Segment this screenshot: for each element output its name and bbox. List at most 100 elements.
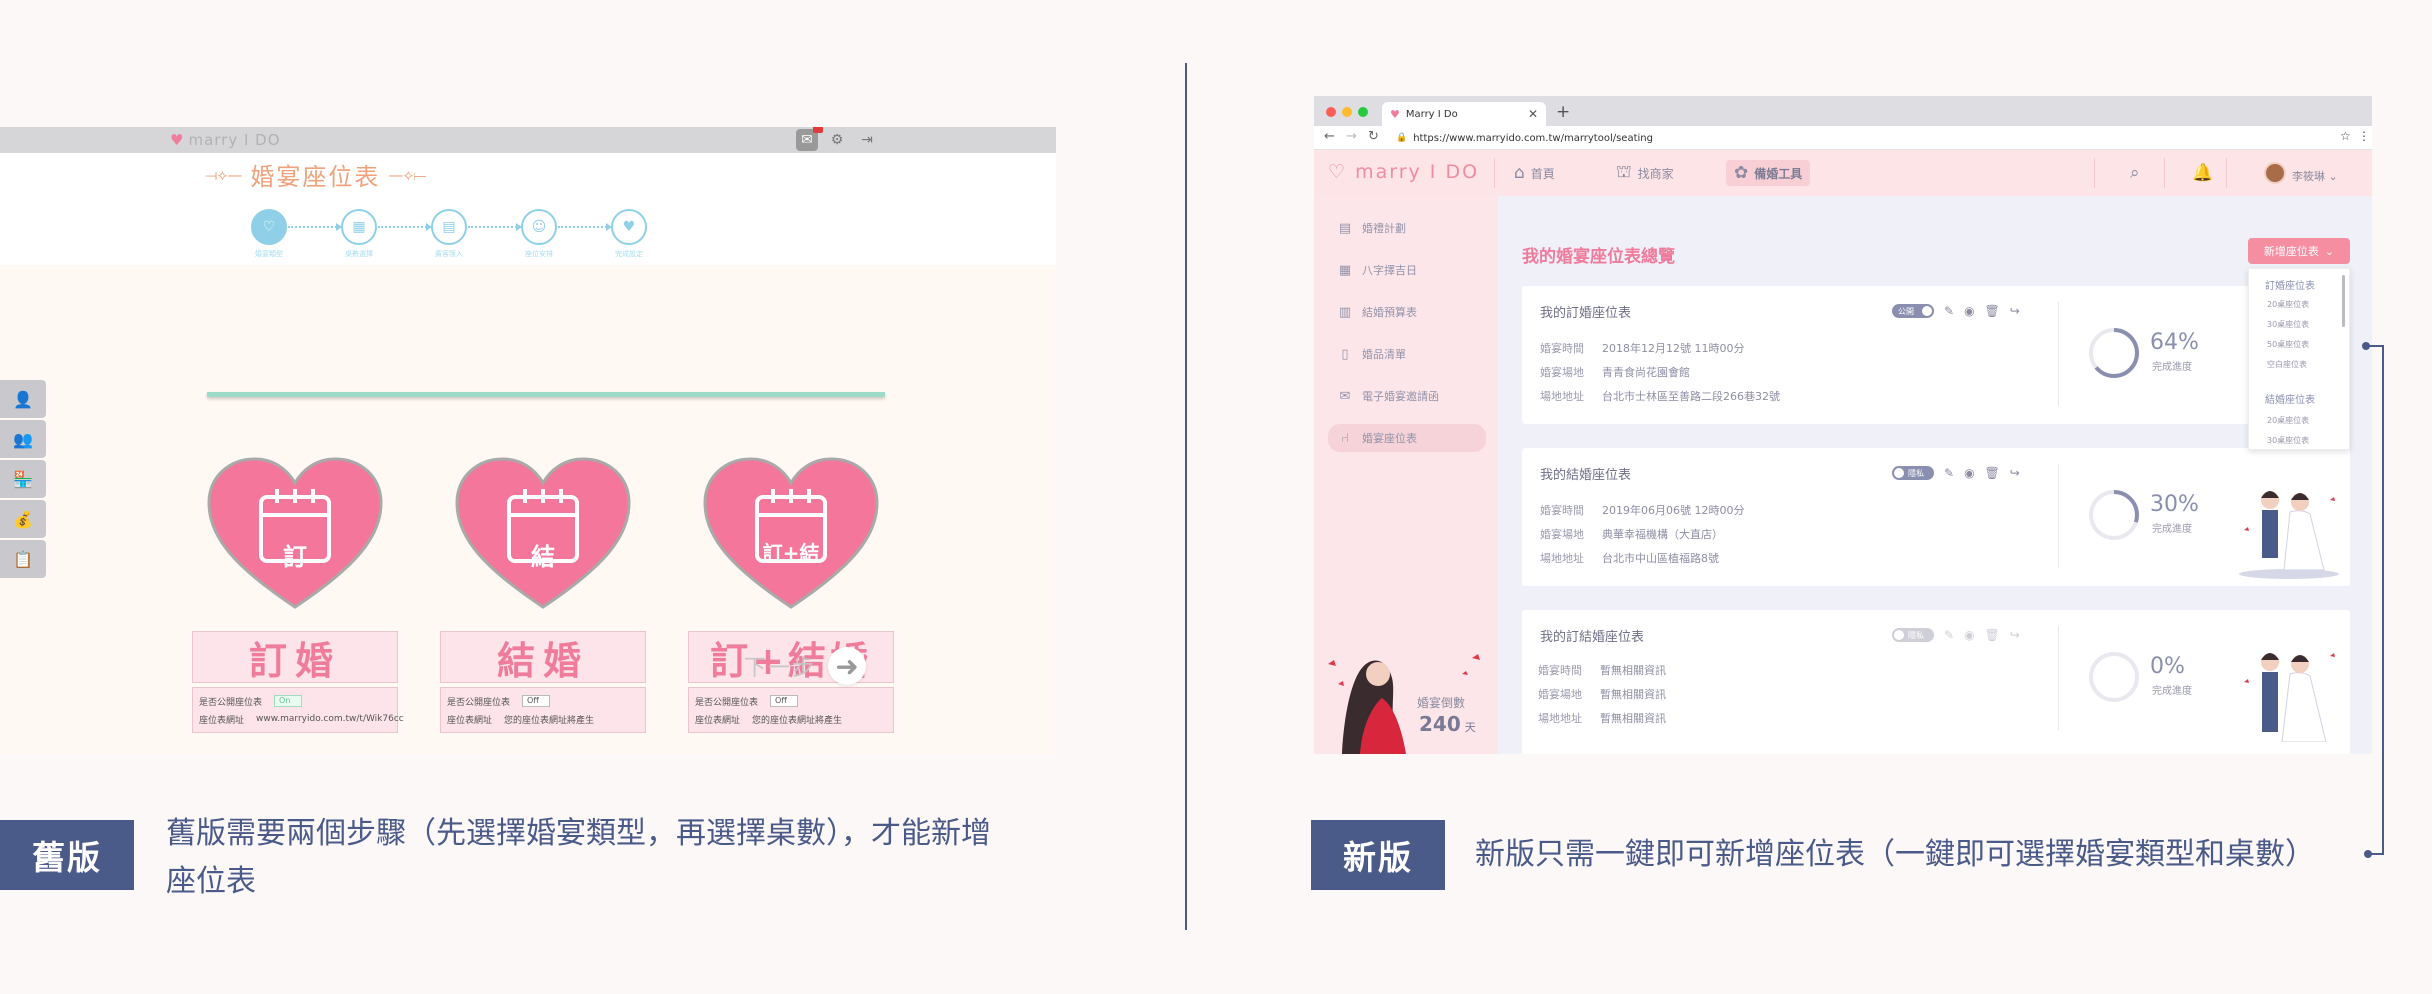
edit-icon[interactable]: ✎ (1944, 628, 1954, 642)
seat-card-engagement-wedding[interactable]: 我的訂結婚座位表 隱私 ✎ ◉ 🗑 ↪ 婚宴時間 暫無相關資訊 婚宴場地 暫無相關資… (1522, 610, 2350, 754)
share-icon[interactable]: ↪ (2010, 304, 2020, 318)
back-icon[interactable]: ← (1324, 129, 1335, 144)
bookmark-star-icon[interactable]: ☆ (2340, 129, 2351, 143)
trash-icon[interactable]: 🗑 (1985, 304, 2000, 318)
step-1[interactable]: ♡ 婚宴類型 (250, 209, 288, 259)
step-3-icon: ▤ (431, 209, 467, 245)
sidebar-item-budget[interactable]: ▥ 結婚預算表 (1328, 298, 1486, 326)
url-input[interactable]: 🔒 https://www.marryido.com.tw/marrytool/s… (1396, 129, 2326, 147)
card-info: 是否公開座位表 On 座位表網址 www.marryido.com.tw/t/Wik… (192, 687, 404, 733)
user-menu[interactable]: 李筱琳 ⌄ (2292, 168, 2338, 184)
old-progress-underline (207, 392, 885, 397)
envelope-icon: ✉ (1339, 388, 1351, 404)
couple-illustration (2239, 491, 2339, 579)
group-icon[interactable]: 👥 (0, 420, 46, 458)
trash-icon[interactable]: 🗑 (1985, 466, 2000, 480)
step-3[interactable]: ▤ 賓客匯入 (430, 209, 468, 259)
ornament-left-icon: ⟞⟡— (205, 165, 243, 184)
card-info: 是否公開座位表 Off 座位表網址 您的座位表網址將產生 (440, 687, 646, 733)
connector-line (2382, 345, 2384, 855)
dropdown-option[interactable]: 空白座位表 (2267, 359, 2307, 370)
old-version-badge: 舊版 (0, 820, 134, 890)
seat-card-engagement[interactable]: 我的訂婚座位表 公開 ✎ ◉ 🗑 ↪ 婚宴時間 2018年12月12號 11時00… (1522, 286, 2350, 424)
person-icon[interactable]: 👤 (0, 380, 46, 418)
calendar-icon: ▦ (1338, 262, 1352, 278)
progress-ring (2089, 490, 2139, 540)
old-sidebar: 👤 👥 🏪 💰 📋 (0, 380, 46, 580)
arrow-right-icon: ➜ (828, 647, 867, 685)
dropdown-option[interactable]: 30桌座位表 (2267, 319, 2309, 330)
divider (1185, 63, 1187, 930)
public-toggle[interactable]: 公開 (1892, 304, 1934, 318)
share-icon[interactable]: ↪ (2010, 628, 2020, 642)
sidebar-item-wedding-plan[interactable]: ▤ 婚禮計劃 (1328, 214, 1486, 242)
card-name: 訂婚 (192, 631, 398, 683)
old-logo: ♥ marry I DO (170, 131, 281, 149)
privacy-toggle[interactable]: 隱私 (1892, 628, 1934, 642)
seat-card-wedding[interactable]: 我的結婚座位表 隱私 ✎ ◉ 🗑 ↪ 婚宴時間 2019年06月06號 12時00… (1522, 448, 2350, 586)
avatar[interactable] (2264, 162, 2286, 184)
edit-icon[interactable]: ✎ (1944, 304, 1954, 318)
page-title: 我的婚宴座位表總覽 (1522, 247, 1675, 267)
menu-dots-icon[interactable]: ⋮ (2358, 129, 2370, 143)
site-logo[interactable]: ♡ marry I DO (1328, 161, 1479, 183)
nav-wedding-tools[interactable]: ✿ 備婚工具 (1726, 160, 1811, 186)
dropdown-scrollbar[interactable] (2342, 275, 2345, 327)
public-toggle[interactable]: On (274, 695, 303, 707)
dropdown-option[interactable]: 30桌座位表 (2267, 435, 2309, 446)
add-seating-dropdown: 訂婚座位表 20桌座位表 30桌座位表 50桌座位表 空白座位表 結婚座位表 2… (2248, 268, 2350, 450)
money-bag-icon[interactable]: 💰 (0, 500, 46, 538)
add-seating-chart-button[interactable]: 新增座位表 ⌄ (2248, 238, 2350, 264)
dropdown-option[interactable]: 50桌座位表 (2267, 339, 2309, 350)
step-2[interactable]: ▦ 桌數選擇 (340, 209, 378, 259)
logout-icon[interactable]: ⇥ (856, 129, 878, 151)
sidebar-item-auspicious-date[interactable]: ▦ 八字擇吉日 (1328, 256, 1486, 284)
view-icon[interactable]: ◉ (1964, 304, 1974, 318)
heart-logo-icon: ♥ (170, 131, 185, 149)
edit-icon[interactable]: ✎ (1944, 466, 1954, 480)
share-icon[interactable]: ↪ (2010, 466, 2020, 480)
dropdown-option[interactable]: 20桌座位表 (2267, 415, 2309, 426)
card-divider (2058, 302, 2059, 406)
progress-ring (2089, 328, 2139, 378)
progress-percent: 30% (2150, 492, 2199, 517)
forward-icon[interactable]: → (1346, 129, 1357, 144)
browser-tab[interactable]: ♥ Marry I Do ✕ (1382, 102, 1546, 126)
minimize-window-icon[interactable] (1342, 107, 1352, 117)
notebook-icon: ▤ (1338, 220, 1352, 236)
chevron-down-icon: ⌄ (2328, 170, 2338, 183)
maximize-window-icon[interactable] (1358, 107, 1368, 117)
new-tab-icon[interactable]: + (1556, 102, 1570, 122)
step-4[interactable]: ☺ 座位安排 (520, 209, 558, 259)
card-info: 是否公開座位表 Off 座位表網址 您的座位表網址將產生 (688, 687, 894, 733)
close-window-icon[interactable] (1326, 107, 1336, 117)
clipboard-icon[interactable]: 📋 (0, 540, 46, 578)
bell-icon[interactable]: 🔔 (2184, 160, 2221, 186)
sidebar-item-seating[interactable]: ⑁ 婚宴座位表 (1328, 424, 1486, 452)
old-card-wedding[interactable]: 結 結婚 是否公開座位表 Off 座位表網址 您的座位表網址將產生 (440, 457, 646, 733)
dropdown-option[interactable]: 20桌座位表 (2267, 299, 2309, 310)
public-toggle[interactable]: Off (770, 695, 799, 707)
sidebar-item-e-invitation[interactable]: ✉ 電子婚宴邀請函 (1328, 382, 1486, 410)
next-step-button[interactable]: 下一步 ➜ (744, 647, 867, 685)
view-icon[interactable]: ◉ (1964, 466, 1974, 480)
search-icon[interactable]: ⌕ (2122, 160, 2148, 186)
step-5[interactable]: ♥ 完成設定 (610, 209, 648, 259)
close-tab-icon[interactable]: ✕ (1528, 107, 1538, 121)
reload-icon[interactable]: ↻ (1368, 129, 1379, 144)
old-card-both[interactable]: 訂+結 訂+結婚 是否公開座位表 Off 座位表網址 您的座位表網址將產生 (688, 457, 894, 733)
heart-calendar-icon: 訂 (205, 457, 385, 617)
nav-home[interactable]: ⌂ 首頁 (1506, 160, 1563, 186)
store-icon[interactable]: 🏪 (0, 460, 46, 498)
chat-icon[interactable]: ✉ (796, 127, 823, 151)
trash-icon[interactable]: 🗑 (1985, 628, 2000, 642)
nav-find-vendor[interactable]: ⛫ 找商家 (1608, 160, 1682, 186)
privacy-toggle[interactable]: 隱私 (1892, 466, 1934, 480)
public-toggle[interactable]: Off (522, 695, 551, 707)
document-icon: ▯ (1341, 346, 1349, 362)
sidebar-item-checklist[interactable]: ▯ 婚品清單 (1328, 340, 1486, 368)
gear-icon[interactable]: ⚙ (826, 129, 848, 151)
dropdown-group-title: 結婚座位表 (2265, 395, 2315, 406)
view-icon[interactable]: ◉ (1964, 628, 1974, 642)
old-card-engagement[interactable]: 訂 訂婚 是否公開座位表 On 座位表網址 www.marryido.com.tw/… (192, 457, 404, 733)
